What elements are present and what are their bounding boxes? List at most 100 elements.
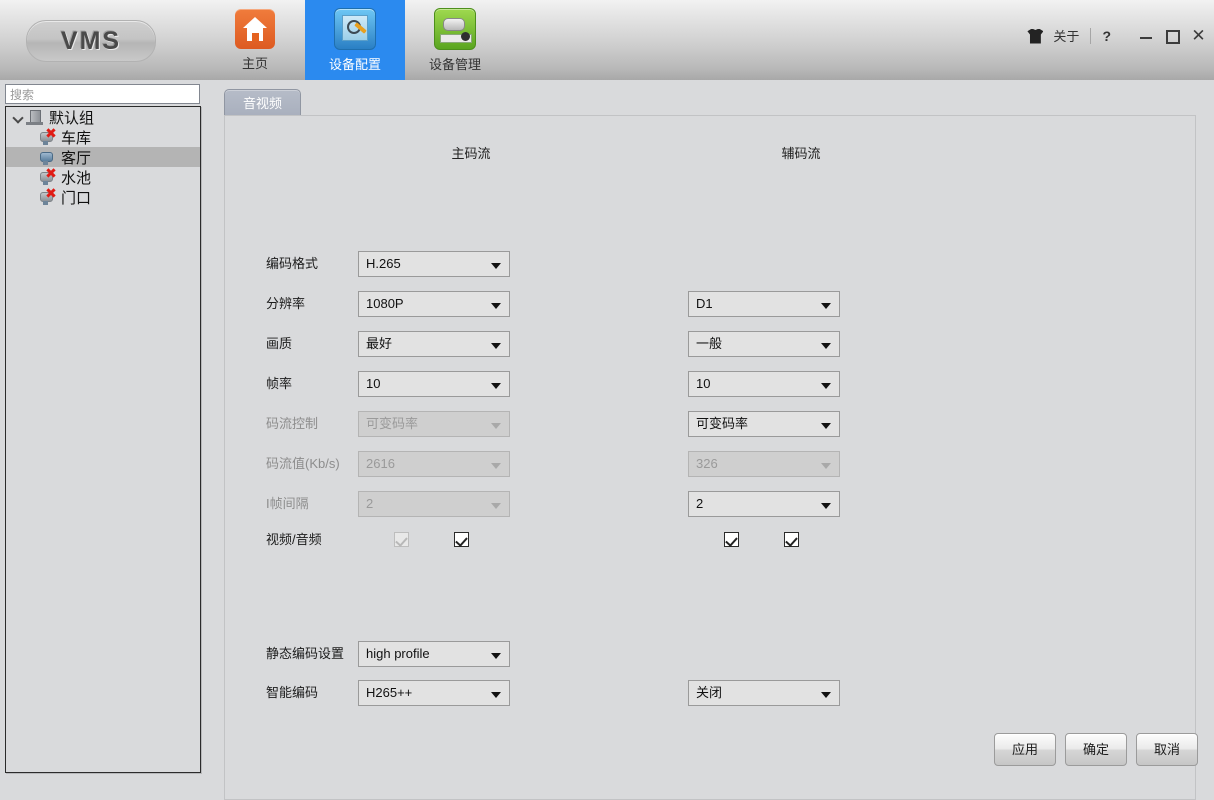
select-value: 10	[366, 376, 380, 391]
select-value: 关闭	[696, 685, 722, 700]
select-value: 可变码率	[366, 416, 418, 431]
main-toolbar: 主页 设备配置 设备管理	[205, 0, 505, 80]
select-image-quality-sub[interactable]: 一般	[688, 331, 840, 357]
minimize-icon[interactable]	[1139, 28, 1154, 43]
chevron-down-icon	[491, 303, 501, 309]
chevron-down-icon	[491, 343, 501, 349]
ok-button[interactable]: 确定	[1065, 733, 1127, 766]
select-i-frame-interval-sub[interactable]: 2	[688, 491, 840, 517]
select-bitrate-control-sub[interactable]: 可变码率	[688, 411, 840, 437]
select-smart-encoding-main[interactable]: H265++	[358, 680, 510, 706]
device-config-icon	[334, 8, 376, 50]
camera-icon	[38, 149, 56, 165]
select-value: H.265	[366, 256, 401, 271]
chevron-down-icon	[491, 383, 501, 389]
tree-item-garage[interactable]: ✖ 车库	[6, 127, 200, 147]
select-value: high profile	[366, 646, 430, 661]
chevron-down-icon[interactable]	[12, 111, 25, 124]
dialog-footer: 应用 确定 取消	[994, 733, 1198, 766]
chevron-down-icon	[821, 463, 831, 469]
tree-item-label: 水池	[61, 167, 91, 188]
select-value: H265++	[366, 685, 412, 700]
tree-item-default-group[interactable]: 默认组	[6, 107, 200, 127]
home-icon	[235, 9, 275, 49]
audio-video-settings-panel: 主码流 辅码流 编码格式 H.265 分辨率 1080P D1 画质	[224, 115, 1196, 800]
checkbox-sub-video[interactable]	[724, 532, 739, 547]
select-bitrate-value-main: 2616	[358, 451, 510, 477]
chevron-down-icon	[491, 503, 501, 509]
cancel-button[interactable]: 取消	[1136, 733, 1198, 766]
select-value: 1080P	[366, 296, 404, 311]
camera-offline-icon: ✖	[38, 169, 56, 185]
select-static-encoding-setting-main[interactable]: high profile	[358, 641, 510, 667]
select-value: 326	[696, 456, 718, 471]
app-logo-text: VMS	[61, 27, 121, 56]
about-button[interactable]: 关于	[1053, 26, 1079, 45]
tree-item-label: 客厅	[61, 147, 91, 168]
toolbar-divider	[1090, 28, 1091, 44]
camera-offline-icon: ✖	[38, 189, 56, 205]
chevron-down-icon	[821, 383, 831, 389]
group-icon	[26, 109, 44, 125]
window-controls: ✕	[1139, 28, 1206, 43]
select-value: 2	[366, 496, 373, 511]
app-logo: VMS	[26, 20, 156, 62]
label-video-audio: 视频/音频	[266, 527, 376, 553]
chevron-down-icon	[821, 692, 831, 698]
tree-item-pool[interactable]: ✖ 水池	[6, 167, 200, 187]
tree-item-label: 车库	[61, 127, 91, 148]
device-management-icon	[434, 8, 476, 50]
select-bitrate-value-sub: 326	[688, 451, 840, 477]
chevron-down-icon	[821, 423, 831, 429]
checkbox-main-video	[394, 532, 409, 547]
chevron-down-icon	[821, 503, 831, 509]
apply-button[interactable]: 应用	[994, 733, 1056, 766]
nav-item-home[interactable]: 主页	[205, 0, 305, 80]
select-value: D1	[696, 296, 713, 311]
checkbox-sub-audio[interactable]	[784, 532, 799, 547]
select-value: 2	[696, 496, 703, 511]
select-value: 一般	[696, 336, 722, 351]
close-icon[interactable]: ✕	[1191, 28, 1206, 43]
select-value: 10	[696, 376, 710, 391]
nav-item-device-management[interactable]: 设备管理	[405, 0, 505, 80]
select-smart-encoding-sub[interactable]: 关闭	[688, 680, 840, 706]
select-frame-rate-sub[interactable]: 10	[688, 371, 840, 397]
select-frame-rate-main[interactable]: 10	[358, 371, 510, 397]
tab-audio-video[interactable]: 音视频	[224, 89, 301, 117]
tree-item-label: 默认组	[49, 107, 94, 128]
sidebar: 搜索 默认组 ✖ 车库 客厅 ✖ 水池 ✖ 门口	[0, 80, 206, 786]
chevron-down-icon	[491, 263, 501, 269]
search-input[interactable]: 搜索	[5, 84, 200, 104]
nav-item-device-management-label: 设备管理	[429, 54, 481, 73]
checkbox-main-audio[interactable]	[454, 532, 469, 547]
camera-offline-icon: ✖	[38, 129, 56, 145]
column-header-sub-stream: 辅码流	[741, 143, 861, 162]
nav-item-device-config[interactable]: 设备配置	[305, 0, 405, 80]
chevron-down-icon	[821, 303, 831, 309]
column-header-main-stream: 主码流	[411, 143, 531, 162]
select-i-frame-interval-main: 2	[358, 491, 510, 517]
select-resolution-main[interactable]: 1080P	[358, 291, 510, 317]
chevron-down-icon	[821, 343, 831, 349]
select-resolution-sub[interactable]: D1	[688, 291, 840, 317]
select-bitrate-control-main: 可变码率	[358, 411, 510, 437]
chevron-down-icon	[491, 692, 501, 698]
tree-item-living-room[interactable]: 客厅	[6, 147, 200, 167]
title-bar: VMS 主页 设备配置 设备管理 关于 ? ✕	[0, 0, 1214, 81]
nav-item-device-config-label: 设备配置	[329, 54, 381, 73]
maximize-icon[interactable]	[1165, 28, 1180, 43]
skin-shirt-icon[interactable]	[1025, 27, 1045, 45]
select-value: 2616	[366, 456, 395, 471]
select-encoding-format-main[interactable]: H.265	[358, 251, 510, 277]
select-image-quality-main[interactable]: 最好	[358, 331, 510, 357]
select-value: 最好	[366, 336, 392, 351]
chevron-down-icon	[491, 423, 501, 429]
select-value: 可变码率	[696, 416, 748, 431]
chevron-down-icon	[491, 653, 501, 659]
titlebar-tools: 关于 ? ✕	[1025, 26, 1206, 45]
tree-item-doorway[interactable]: ✖ 门口	[6, 187, 200, 207]
tree-item-label: 门口	[61, 187, 91, 208]
device-tree[interactable]: 默认组 ✖ 车库 客厅 ✖ 水池 ✖ 门口	[5, 106, 201, 773]
help-button[interactable]: ?	[1102, 28, 1111, 44]
